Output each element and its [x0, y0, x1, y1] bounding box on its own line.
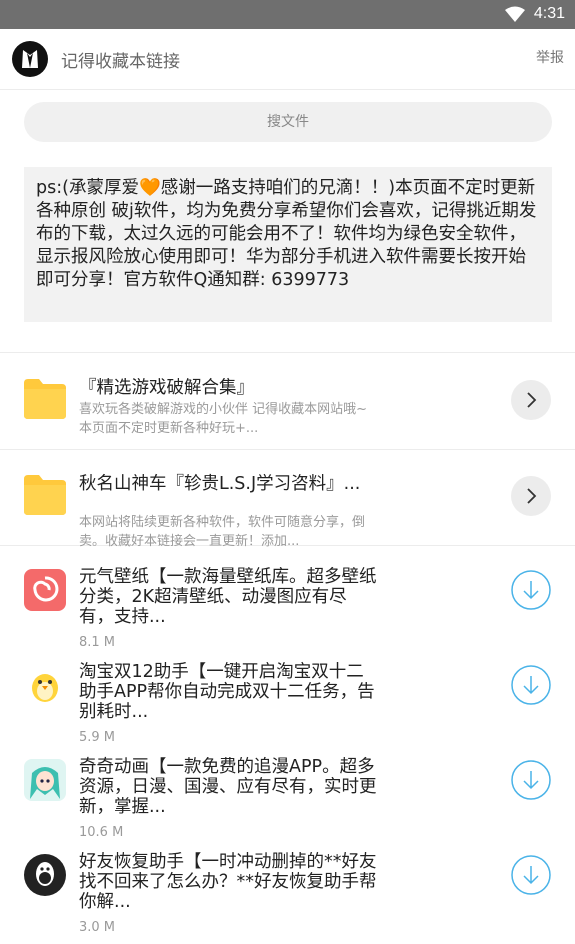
- notice-text: ps:(承蒙厚爱🧡感谢一路支持咱们的兄滴！！)本页面不定时更新各种原创 破j软件…: [24, 167, 552, 322]
- app-item[interactable]: 元气壁纸【一款海量壁纸库。超多壁纸分类，2K超清壁纸、动漫图应有尽有，支持...…: [0, 565, 575, 659]
- chevron-right-icon[interactable]: [511, 380, 551, 420]
- download-icon[interactable]: [511, 570, 551, 610]
- folder-description: 本网站将陆续更新各种软件，软件可随意分享，倒卖。收藏好本链接会一直更新！添加..…: [79, 515, 366, 549]
- notice-prefix: ps:(承蒙厚爱: [36, 178, 139, 198]
- folder-item[interactable]: 秋名山神车『轸贵L.S.J学习咨料』... 本网站将陆续更新各种软件，软件可随意…: [0, 449, 575, 549]
- report-link[interactable]: 举报: [536, 47, 564, 67]
- avatar[interactable]: [12, 41, 48, 77]
- download-icon[interactable]: [511, 855, 551, 895]
- top-header: 记得收藏本链接 举报: [0, 29, 575, 90]
- heart-icon: 🧡: [138, 178, 161, 198]
- app-title: 淘宝双12助手【一键开启淘宝双十二助手APP帮你自动完成双十二任务，告别耗时..…: [79, 662, 375, 722]
- app-item[interactable]: 好友恢复助手【一时冲动删掉的**好友找不回来了怎么办？**好友恢复助手帮你解..…: [0, 850, 575, 944]
- wifi-icon: [505, 6, 525, 22]
- app-size: 3.0 M: [79, 920, 116, 935]
- tuxedo-icon: [22, 50, 38, 68]
- folder-icon: [24, 379, 66, 419]
- folder-icon: [24, 475, 66, 515]
- penguin-icon: [24, 664, 66, 706]
- app-size: 8.1 M: [79, 635, 116, 650]
- folder-description: 喜欢玩各类破解游戏的小伙伴 记得收藏本网站哦~本页面不定时更新各种好玩+...: [79, 402, 368, 436]
- qq-penguin-icon: [24, 854, 66, 896]
- folder-title: 秋名山神车『轸贵L.S.J学习咨料』...: [79, 474, 361, 494]
- app-size: 5.9 M: [79, 730, 116, 745]
- app-title: 好友恢复助手【一时冲动删掉的**好友找不回来了怎么办？**好友恢复助手帮你解..…: [79, 852, 377, 912]
- app-item[interactable]: 奇奇动画【一款免费的追漫APP。超多资源，日漫、国漫、应有尽有，实时更新，掌握.…: [0, 755, 575, 849]
- app-title: 元气壁纸【一款海量壁纸库。超多壁纸分类，2K超清壁纸、动漫图应有尽有，支持...: [79, 567, 377, 627]
- download-icon[interactable]: [511, 665, 551, 705]
- app-title: 奇奇动画【一款免费的追漫APP。超多资源，日漫、国漫、应有尽有，实时更新，掌握.…: [79, 757, 377, 817]
- status-bar: 4:31: [0, 0, 575, 29]
- chevron-right-icon[interactable]: [511, 476, 551, 516]
- download-icon[interactable]: [511, 760, 551, 800]
- page-title: 记得收藏本链接: [61, 52, 180, 72]
- folder-title: 『精选游戏破解合集』: [79, 378, 254, 398]
- app-item[interactable]: 淘宝双12助手【一键开启淘宝双十二助手APP帮你自动完成双十二任务，告别耗时..…: [0, 660, 575, 754]
- yuanqi-wallpaper-icon: [24, 569, 66, 611]
- status-time: 4:31: [533, 5, 565, 22]
- folder-item[interactable]: 『精选游戏破解合集』 喜欢玩各类破解游戏的小伙伴 记得收藏本网站哦~本页面不定时…: [0, 353, 575, 450]
- app-size: 10.6 M: [79, 825, 124, 840]
- search-input[interactable]: 搜文件: [24, 102, 552, 142]
- anime-girl-icon: [24, 759, 66, 801]
